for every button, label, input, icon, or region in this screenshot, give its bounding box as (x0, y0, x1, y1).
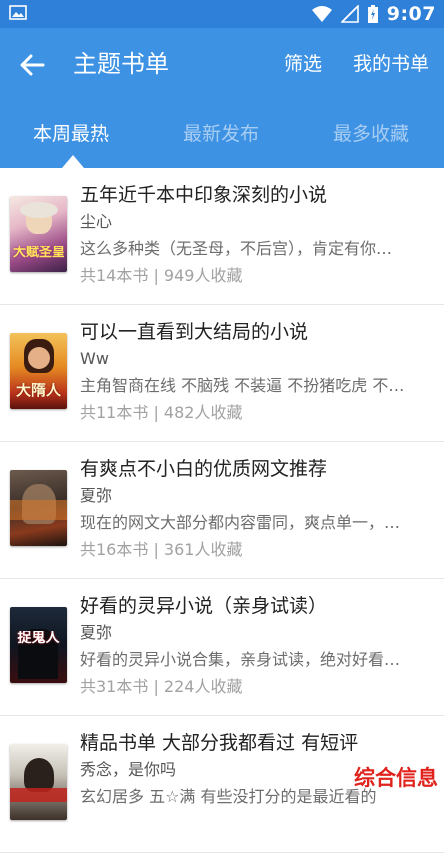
wifi-icon (311, 6, 332, 22)
booklist-title: 可以一直看到大结局的小说 (80, 321, 309, 343)
book-cover (10, 744, 67, 820)
watermark-logo: 综合信息 (354, 766, 438, 790)
cover-title: 捉鬼人 (17, 631, 60, 645)
tab-latest[interactable]: 最新发布 (183, 120, 259, 148)
back-button[interactable] (14, 50, 50, 80)
booklist-author: 夏弥 (80, 486, 113, 505)
booklist-list: 大赋圣皇 五年近千本中印象深刻的小说 尘心 这么多种类（无圣母，不后宫），肯定有… (0, 168, 444, 853)
active-tab-indicator (62, 155, 84, 168)
list-item[interactable]: 有爽点不小白的优质网文推荐 夏弥 现在的网文大部分都内容雷同，爽点单一，… 共1… (0, 442, 444, 579)
booklist-meta: 共16本书 | 361人收藏 (80, 540, 243, 559)
list-item[interactable]: 捉鬼人 好看的灵异小说（亲身试读） 夏弥 好看的灵异小说合集，亲身试读，绝对好看… (0, 579, 444, 716)
booklist-title: 好看的灵异小说（亲身试读） (80, 595, 328, 617)
booklist-title: 有爽点不小白的优质网文推荐 (80, 458, 328, 480)
booklist-author: 夏弥 (80, 623, 113, 642)
back-arrow-icon (20, 54, 45, 76)
booklist-description: 这么多种类（无圣母，不后宫），肯定有你… (80, 239, 393, 258)
image-notification-icon (9, 5, 27, 20)
booklist-author: 秀念，是你吗 (80, 760, 177, 779)
status-time: 9:07 (386, 3, 436, 25)
signal-icon (340, 5, 359, 23)
status-bar: 9:07 (0, 0, 444, 28)
tab-most-collected[interactable]: 最多收藏 (333, 120, 409, 148)
booklist-meta: 共31本书 | 224人收藏 (80, 677, 243, 696)
list-item[interactable]: 大隋人 可以一直看到大结局的小说 Ww 主角智商在线 不脑残 不装逼 不扮猪吃虎… (0, 305, 444, 442)
booklist-title: 五年近千本中印象深刻的小说 (80, 184, 328, 206)
booklist-meta: 共11本书 | 482人收藏 (80, 403, 243, 422)
cover-title: 大赋圣皇 (13, 246, 64, 260)
list-item[interactable]: 大赋圣皇 五年近千本中印象深刻的小说 尘心 这么多种类（无圣母，不后宫），肯定有… (0, 168, 444, 305)
tab-weekly-hot[interactable]: 本周最热 (33, 120, 109, 148)
booklist-title: 精品书单 大部分我都看过 有短评 (80, 732, 359, 754)
booklist-description: 主角智商在线 不脑残 不装逼 不扮猪吃虎 不… (80, 376, 405, 395)
filter-button[interactable]: 筛选 (284, 50, 322, 78)
app-header: 主题书单 筛选 我的书单 本周最热 最新发布 最多收藏 (0, 28, 444, 168)
booklist-author: 尘心 (80, 212, 113, 231)
book-cover: 捉鬼人 (10, 607, 67, 683)
my-booklist-button[interactable]: 我的书单 (353, 50, 429, 78)
page-title: 主题书单 (73, 50, 169, 78)
book-cover (10, 470, 67, 546)
book-cover: 大赋圣皇 (10, 196, 67, 272)
cover-title: 大隋人 (15, 383, 61, 397)
tab-bar: 本周最热 最新发布 最多收藏 (0, 108, 444, 160)
booklist-meta: 共14本书 | 949人收藏 (80, 266, 243, 285)
book-cover: 大隋人 (10, 333, 67, 409)
battery-icon (367, 5, 378, 23)
booklist-description: 好看的灵异小说合集，亲身试读，绝对好看… (80, 650, 401, 669)
booklist-author: Ww (80, 349, 109, 368)
booklist-description: 现在的网文大部分都内容雷同，爽点单一，… (80, 513, 401, 532)
